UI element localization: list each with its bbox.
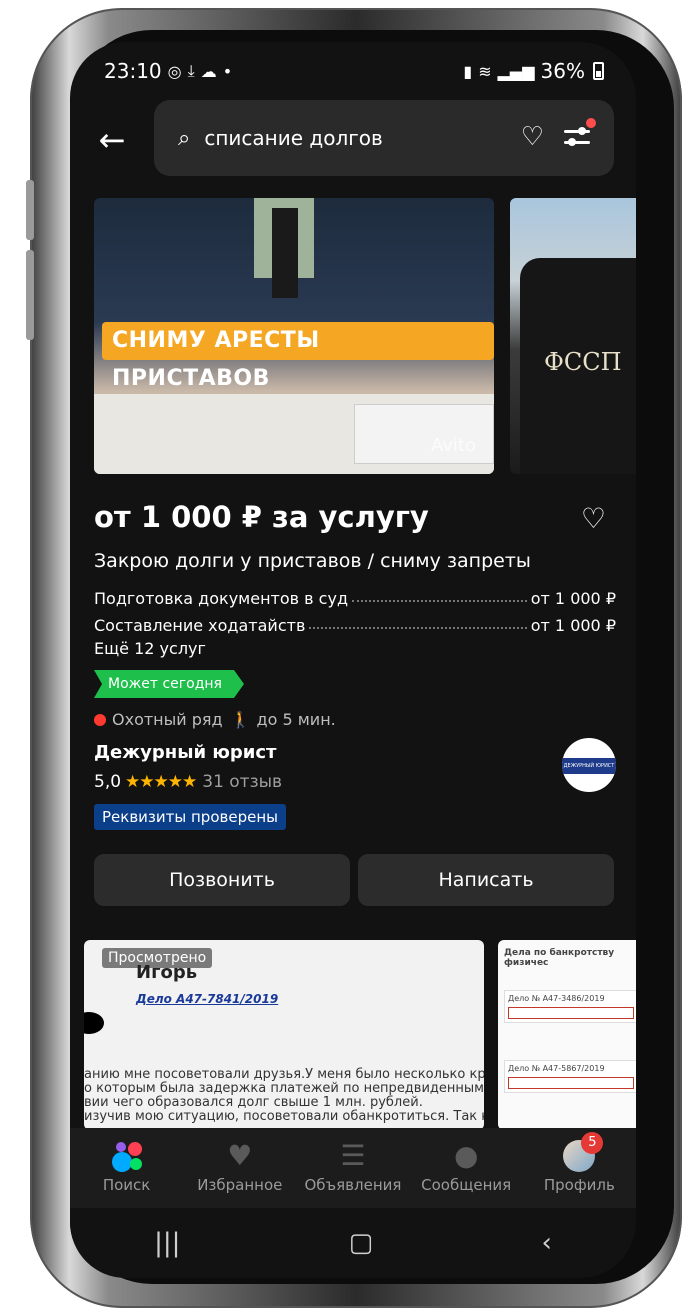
listing-photo-2[interactable]: ФССП [510,198,636,474]
seller-rating[interactable]: 5,0 ★★★★★ 31 отзыв [94,772,282,792]
seller-avatar[interactable]: ДЕЖУРНЫЙ ЮРИСТ [562,738,616,792]
reviews-count: 31 отзыв [202,772,283,792]
next-listing-row[interactable]: Просмотрено Игорь Дело А47-7841/2019 ани… [84,940,636,1130]
case-box: Дело № А47-5867/2019 [504,1060,636,1093]
back-arrow-icon[interactable]: ← [92,120,132,160]
walk-time: до 5 мин. [256,710,336,729]
service-price: от 1 000 ₽ [530,589,616,608]
status-time: 23:10 [104,59,162,83]
search-query[interactable]: списание долгов [204,126,382,150]
volume-down-button [26,250,34,340]
rating-value: 5,0 [94,772,122,792]
more-services-link[interactable]: Ещё 12 услуг [94,639,206,658]
photo-vest-label: ФССП [544,348,622,376]
avatar-text: ДЕЖУРНЫЙ ЮРИСТ [562,758,616,774]
system-nav-bar: ||| ▢ ‹ [70,1208,636,1278]
chat-icon: ● [453,1139,479,1172]
nfc-icon: ▮ [463,61,473,81]
photo-gallery[interactable]: СНИМУ АРЕСТЫ ПРИСТАВОВ Avito ФССП [94,198,636,474]
notification-badge: 5 [581,1132,604,1154]
saved-search-icon[interactable]: ♡ [521,122,544,152]
listing-price: от 1 000 ₽ за услугу [94,500,429,534]
seller-name[interactable]: Дежурный юрист [94,742,276,763]
nav-profile[interactable]: 5 Профиль [524,1132,634,1194]
search-bar[interactable]: ⌕ списание долгов ♡ [154,100,614,176]
top-bar: ← ⌕ списание долгов ♡ [70,100,636,178]
verified-badge: Реквизиты проверены [94,804,286,830]
profile-icon: 5 [563,1132,604,1172]
cloud-icon: ☁ [200,61,217,81]
avito-logo-icon [110,1140,144,1172]
location-info: Охотный ряд 🚶 до 5 мин. [94,710,336,729]
service-price: от 1 000 ₽ [530,616,616,635]
nav-messages[interactable]: ● Сообщения [411,1139,521,1195]
download-icon: ⤓ [187,61,195,80]
case-number: Дело А47-7841/2019 [136,992,279,1006]
case-box: Дело № А47-3486/2019 [504,990,636,1023]
service-name: Подготовка документов в суд [94,589,348,608]
review-author: Игорь [136,962,198,983]
photo-banner-text: СНИМУ АРЕСТЫ ПРИСТАВОВ [102,322,494,391]
service-row: Подготовка документов в суд от 1 000 ₽ [94,582,616,608]
status-bar: 23:10 ◎ ⤓ ☁ • ▮ ≋ ▂▄▆ 36% [70,42,636,100]
nav-ads[interactable]: ☰ Объявления [298,1139,408,1195]
available-today-badge: Может сегодня [94,670,244,698]
screen: 23:10 ◎ ⤓ ☁ • ▮ ≋ ▂▄▆ 36% ← ⌕ списание д… [70,42,636,1278]
cases-header: Дела по банкротству физичес [504,948,615,968]
back-icon[interactable]: ‹ [541,1228,551,1258]
listing-photo-1[interactable]: СНИМУ АРЕСТЫ ПРИСТАВОВ Avito [94,198,494,474]
next-listing-photo[interactable]: Просмотрено Игорь Дело А47-7841/2019 ани… [84,940,484,1130]
message-button[interactable]: Написать [358,854,614,906]
signal-icon: ▂▄▆ [497,61,535,81]
wifi-call-icon: ≋ [478,61,492,81]
metro-icon [94,713,106,726]
nav-search[interactable]: Поиск [72,1140,182,1194]
battery-icon [593,62,604,80]
metro-station: Охотный ряд [112,710,223,729]
star-icons: ★★★★★ [125,772,197,792]
nav-favorites[interactable]: ♥ Избранное [185,1139,295,1195]
heart-icon: ♥ [227,1139,253,1172]
filter-badge [586,118,596,128]
ads-icon: ☰ [340,1139,366,1172]
service-name: Составление ходатайств [94,616,306,635]
service-row: Составление ходатайств от 1 000 ₽ [94,609,616,635]
walking-icon: 🚶 [230,710,251,729]
filter-icon[interactable] [562,118,596,152]
review-text: анию мне посоветовали друзья.У меня было… [84,1067,484,1124]
volume-up-button [26,180,34,240]
search-icon: ⌕ [178,125,191,151]
next-listing-photo-2[interactable]: Дела по банкротству физичес Дело № А47-3… [498,940,636,1130]
listing-title[interactable]: Закрою долги у приставов / сниму запреты [94,550,531,572]
recent-apps-icon[interactable]: ||| [154,1228,180,1258]
battery-level: 36% [540,59,585,83]
call-button[interactable]: Позвонить [94,854,350,906]
avito-watermark: Avito [431,435,476,456]
dot-icon: • [222,61,233,81]
favorite-heart-icon[interactable]: ♡ [581,502,606,535]
home-icon[interactable]: ▢ [349,1228,374,1258]
whatsapp-icon: ◎ [167,61,182,81]
bottom-nav: Поиск ♥ Избранное ☰ Объявления ● Сообщен… [70,1128,636,1208]
